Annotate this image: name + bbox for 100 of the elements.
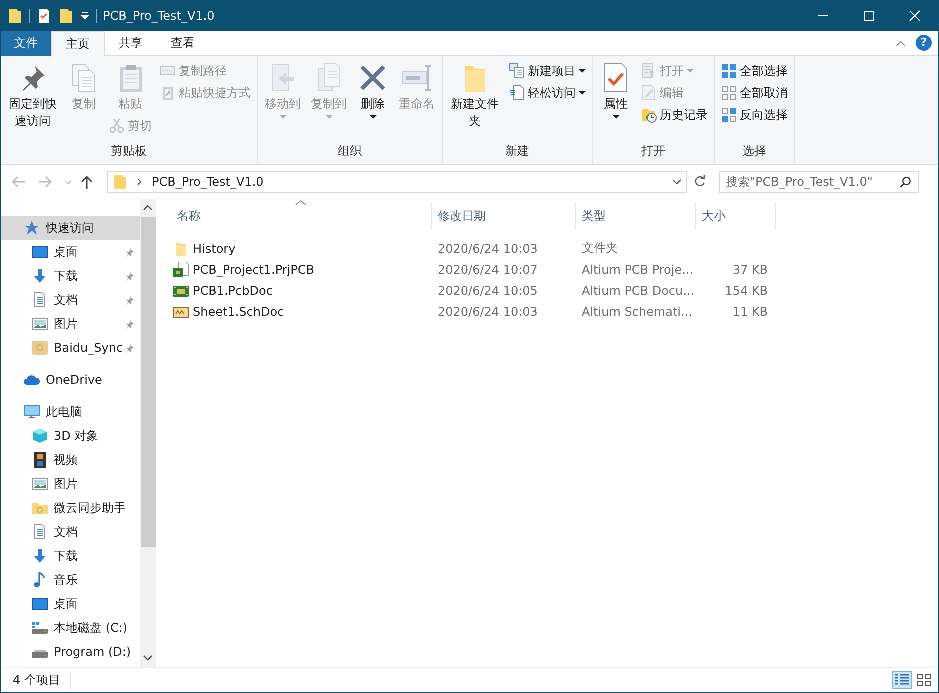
item-count: 4 个项目 xyxy=(13,672,72,688)
group-label: 打开 xyxy=(640,143,666,160)
sidebar-item[interactable]: 图片 xyxy=(1,472,140,496)
file-name: PCB1.PcbDoc xyxy=(193,284,273,298)
table-cell: 文件夹 xyxy=(582,241,618,255)
monitor-icon xyxy=(32,596,48,612)
sidebar-item[interactable]: 桌面 xyxy=(1,592,140,616)
caret-icon[interactable] xyxy=(672,177,682,187)
sidebar-item[interactable]: 图片 xyxy=(1,312,140,336)
cube-icon xyxy=(32,428,48,444)
sidebar-item[interactable]: 3D 对象 xyxy=(1,424,140,448)
file-name: Sheet1.SchDoc xyxy=(193,304,284,318)
ribbon-command[interactable]: 删除 xyxy=(353,60,393,122)
column-header[interactable]: 大小 xyxy=(696,202,776,230)
table-cell: 37 KB xyxy=(732,262,768,276)
tiles-view-button[interactable] xyxy=(914,671,934,689)
rename-icon xyxy=(401,62,433,94)
scrollbar[interactable] xyxy=(140,199,156,667)
document-icon xyxy=(509,85,525,101)
scissors-icon xyxy=(109,118,125,134)
sidebar-item[interactable]: 本地磁盘 (C:) xyxy=(1,616,140,640)
column-header[interactable]: 名称 xyxy=(171,202,432,230)
ribbon-command[interactable]: 全部选择 xyxy=(718,60,791,82)
sidebar-item[interactable]: 微云同步助手 xyxy=(1,496,140,520)
column-header[interactable]: 修改日期 xyxy=(432,202,576,230)
sidebar-item[interactable]: Program (D:) xyxy=(1,640,140,664)
table-cell: Altium PCB Docu... xyxy=(582,284,695,298)
sidebar-item[interactable]: 桌面 xyxy=(1,240,140,264)
refresh-icon[interactable] xyxy=(693,175,707,189)
music-note-icon xyxy=(32,572,48,588)
ribbon-command[interactable]: 固定到快速访问 xyxy=(4,60,62,132)
star-icon xyxy=(24,220,40,236)
file-row[interactable]: PCB_Project1.PrjPCB xyxy=(171,262,432,278)
monitor-icon xyxy=(24,404,40,420)
open-icon xyxy=(641,63,657,79)
picture-icon xyxy=(32,316,48,332)
up-arrow-icon[interactable] xyxy=(79,174,95,190)
table-cell: 11 KB xyxy=(732,304,768,318)
table-cell: Altium PCB Proje... xyxy=(582,262,694,276)
sort-caret-icon xyxy=(295,200,307,206)
file-name: History xyxy=(193,242,236,256)
search-field[interactable]: 搜索"PCB_Pro_Test_V1.0" xyxy=(719,171,919,193)
sidebar-item[interactable]: 文档 xyxy=(1,520,140,544)
ribbon-command[interactable]: 轻松访问 xyxy=(506,82,589,104)
table-cell: Altium Schemati... xyxy=(582,304,692,318)
ribbon-command[interactable]: 全部取消 xyxy=(718,82,791,104)
table-cell: 2020/6/24 10:03 xyxy=(438,242,538,256)
history-icon xyxy=(641,107,657,123)
film-icon xyxy=(32,452,48,468)
table-cell: 154 KB xyxy=(725,284,768,298)
ribbon-command[interactable]: 反向选择 xyxy=(718,104,791,126)
cloud-folder-icon xyxy=(32,500,48,516)
sidebar-item[interactable]: 快速访问 xyxy=(1,216,140,240)
select-all-icon xyxy=(721,63,737,79)
group-label: 剪贴板 xyxy=(110,143,148,160)
ribbon-tab[interactable]: 文件 xyxy=(1,31,51,56)
table-cell: 2020/6/24 10:05 xyxy=(438,284,538,298)
monitor-icon xyxy=(32,244,48,260)
ribbon-command[interactable]: 属性 xyxy=(596,60,636,122)
download-icon xyxy=(32,548,48,564)
sidebar-item[interactable]: 音乐 xyxy=(1,568,140,592)
invert-selection-icon xyxy=(721,107,737,123)
sidebar-item[interactable]: 视频 xyxy=(1,448,140,472)
window-title: PCB_Pro_Test_V1.0 xyxy=(103,8,215,22)
sidebar-item[interactable]: Baidu_Sync xyxy=(1,336,140,360)
new-item-icon xyxy=(509,63,525,79)
file-row[interactable]: Sheet1.SchDoc xyxy=(171,304,432,320)
sidebar-item[interactable]: OneDrive xyxy=(1,368,140,392)
sidebar-item[interactable]: 下载 xyxy=(1,264,140,288)
address-path: PCB_Pro_Test_V1.0 xyxy=(152,175,265,189)
table-cell: 2020/6/24 10:03 xyxy=(438,304,538,318)
details-view-button[interactable] xyxy=(892,671,912,689)
scroll-down-icon[interactable] xyxy=(143,654,153,662)
file-row[interactable]: History xyxy=(171,240,432,256)
chevron-icon xyxy=(136,177,144,187)
group-label: 组织 xyxy=(337,143,363,160)
ribbon-command[interactable]: 新建项目 xyxy=(506,60,589,82)
edit-icon xyxy=(641,85,657,101)
column-header[interactable]: 类型 xyxy=(576,202,696,230)
table-cell: 2020/6/24 10:07 xyxy=(438,262,538,276)
collapse-caret-icon[interactable] xyxy=(896,40,906,46)
document-icon xyxy=(32,292,48,308)
picture-icon xyxy=(32,476,48,492)
group-label: 新建 xyxy=(504,143,530,160)
caret-icon[interactable] xyxy=(80,10,90,20)
sidebar-item[interactable]: 此电脑 xyxy=(1,400,140,424)
help-button[interactable]: ? xyxy=(916,35,932,51)
ribbon-command[interactable]: 新建文件夹 xyxy=(446,60,504,132)
ribbon-command[interactable]: 历史记录 xyxy=(638,104,711,126)
checkmark-document-icon[interactable] xyxy=(36,8,52,24)
sidebar-item[interactable]: 下载 xyxy=(1,544,140,568)
sidebar-item[interactable]: 文档 xyxy=(1,288,140,312)
search-icon xyxy=(899,176,912,188)
scroll-up-icon[interactable] xyxy=(143,204,153,212)
select-none-icon xyxy=(721,85,737,101)
address-bar[interactable]: PCB_Pro_Test_V1.0 xyxy=(107,171,687,193)
ribbon-tab[interactable]: 主页 xyxy=(51,31,105,56)
file-row[interactable]: PCB1.PcbDoc xyxy=(171,282,432,298)
document-icon xyxy=(32,524,48,540)
download-icon xyxy=(32,268,48,284)
